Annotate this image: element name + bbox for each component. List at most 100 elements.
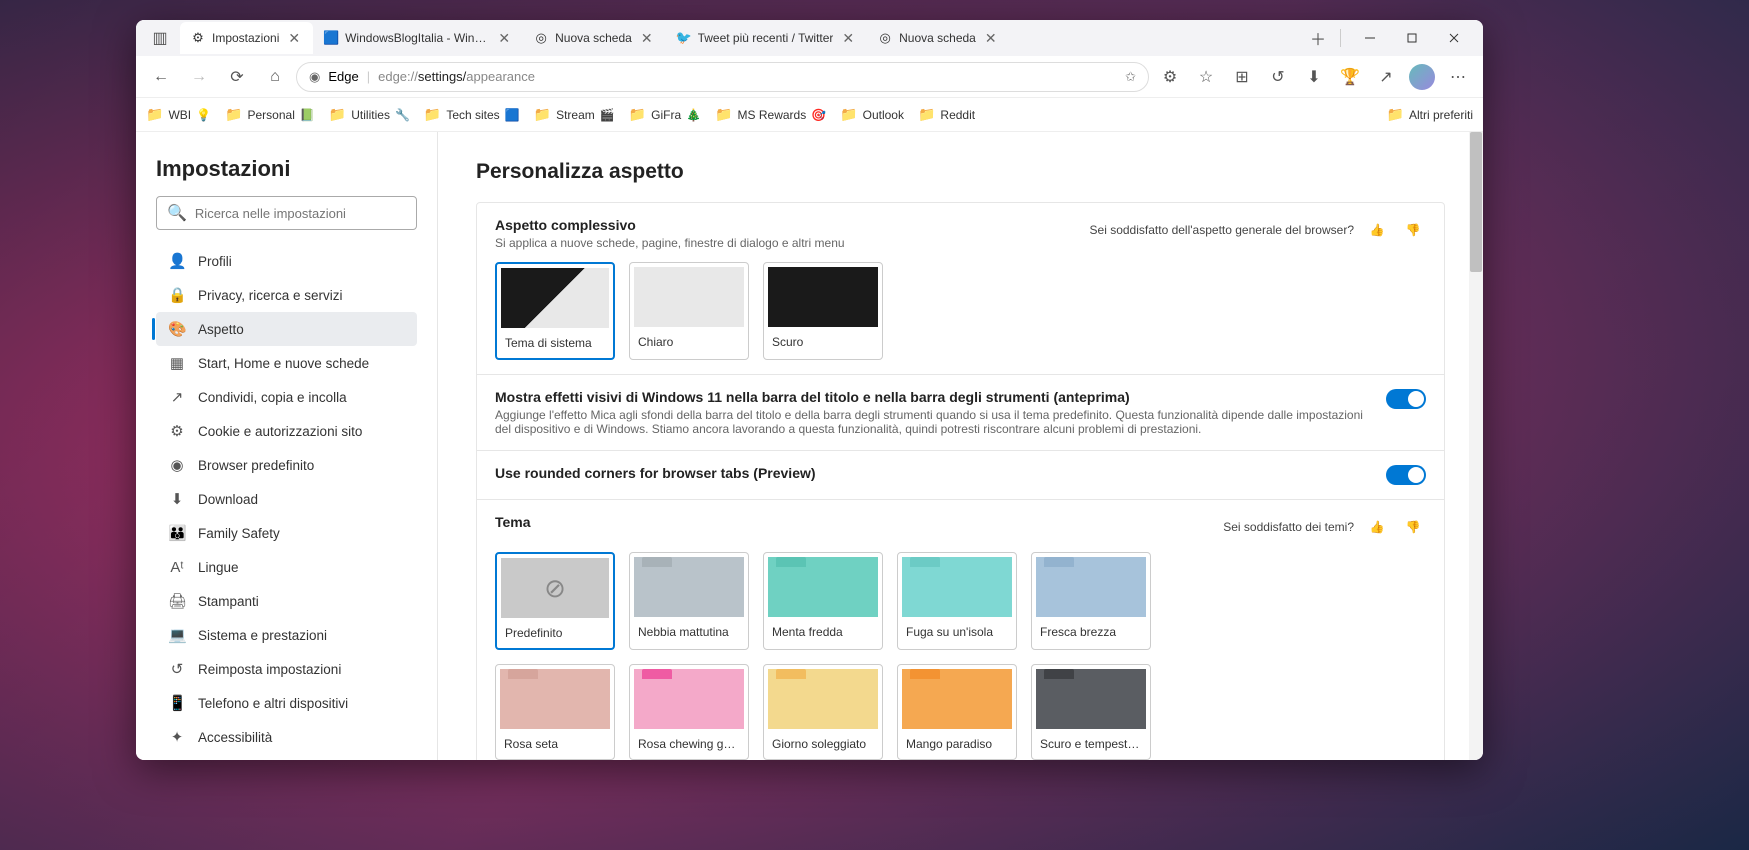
appearance-option-light[interactable]: Chiaro bbox=[629, 262, 749, 360]
bookmark-wbi[interactable]: 📁WBI💡 bbox=[146, 106, 211, 123]
nav-item-0[interactable]: 👤Profili bbox=[156, 244, 417, 278]
favorites-icon[interactable]: ☆ bbox=[1189, 60, 1223, 94]
tab-close-icon[interactable]: ✕ bbox=[285, 30, 303, 47]
nav-item-12[interactable]: ↺Reimposta impostazioni bbox=[156, 652, 417, 686]
color-swatch: .color-opt:nth-child(6) .sw::before{back… bbox=[500, 669, 610, 729]
bookmark-outlook[interactable]: 📁Outlook bbox=[840, 106, 904, 123]
thumbs-down-icon[interactable]: 👎 bbox=[1400, 514, 1426, 540]
tab-label: WindowsBlogItalia - Windows, S bbox=[345, 31, 489, 45]
tab-close-icon[interactable]: ✕ bbox=[839, 30, 857, 47]
tab-3[interactable]: 🐦Tweet più recenti / Twitter✕ bbox=[666, 22, 868, 54]
share-icon[interactable]: ↗ bbox=[1369, 60, 1403, 94]
menu-icon[interactable]: ⋯ bbox=[1441, 60, 1475, 94]
nav-item-9[interactable]: AᵗLingue bbox=[156, 550, 417, 584]
rewards-icon[interactable]: 🏆 bbox=[1333, 60, 1367, 94]
downloads-icon[interactable]: ⬇ bbox=[1297, 60, 1331, 94]
theme-option-3[interactable]: .color-opt:nth-child(4) .sw::before{back… bbox=[897, 552, 1017, 650]
rounded-section: Use rounded corners for browser tabs (Pr… bbox=[477, 451, 1444, 500]
profile-avatar[interactable] bbox=[1405, 60, 1439, 94]
nav-item-3[interactable]: ▦Start, Home e nuove schede bbox=[156, 346, 417, 380]
theme-option-2[interactable]: .color-opt:nth-child(3) .sw::before{back… bbox=[763, 552, 883, 650]
tab-close-icon[interactable]: ✕ bbox=[638, 30, 656, 47]
bookmark-reddit[interactable]: 📁Reddit bbox=[918, 106, 975, 123]
nav-item-4[interactable]: ↗Condividi, copia e incolla bbox=[156, 380, 417, 414]
theme-option-4[interactable]: .color-opt:nth-child(5) .sw::before{back… bbox=[1031, 552, 1151, 650]
tab-4[interactable]: ◎Nuova scheda✕ bbox=[867, 22, 1009, 54]
nav-item-7[interactable]: ⬇Download bbox=[156, 482, 417, 516]
tab-close-icon[interactable]: ✕ bbox=[982, 30, 1000, 47]
theme-option-7[interactable]: .color-opt:nth-child(8) .sw::before{back… bbox=[763, 664, 883, 760]
maximize-button[interactable] bbox=[1391, 22, 1433, 54]
nav-icon: 🔒 bbox=[168, 286, 186, 304]
page-title: Personalizza aspetto bbox=[476, 160, 1445, 184]
refresh-button[interactable]: ⟳ bbox=[220, 60, 254, 94]
theme-option-1[interactable]: .color-opt:nth-child(2) .sw::before{back… bbox=[629, 552, 749, 650]
rounded-toggle[interactable] bbox=[1386, 465, 1426, 485]
thumbs-up-icon[interactable]: 👍 bbox=[1364, 514, 1390, 540]
nav-item-13[interactable]: 📱Telefono e altri dispositivi bbox=[156, 686, 417, 720]
tab-close-icon[interactable]: ✕ bbox=[495, 30, 513, 47]
nav-item-11[interactable]: 💻Sistema e prestazioni bbox=[156, 618, 417, 652]
close-button[interactable] bbox=[1433, 22, 1475, 54]
theme-option-6[interactable]: .color-opt:nth-child(7) .sw::before{back… bbox=[629, 664, 749, 760]
search-input[interactable] bbox=[195, 206, 406, 221]
tab-manager-icon[interactable]: ▥ bbox=[144, 28, 176, 48]
tab-2[interactable]: ◎Nuova scheda✕ bbox=[523, 22, 665, 54]
color-swatch: .color-opt:nth-child(4) .sw::before{back… bbox=[902, 557, 1012, 617]
overall-appearance-section: Aspetto complessivo Si applica a nuove s… bbox=[477, 203, 1444, 375]
minimize-button[interactable] bbox=[1349, 22, 1391, 54]
forward-button[interactable]: → bbox=[182, 60, 216, 94]
preview bbox=[634, 267, 744, 327]
theme-feedback-q: Sei soddisfatto dei temi? bbox=[1223, 520, 1354, 534]
nav-item-5[interactable]: ⚙Cookie e autorizzazioni sito bbox=[156, 414, 417, 448]
bookmark-stream[interactable]: 📁Stream🎬 bbox=[534, 106, 615, 123]
theme-section: Tema Sei soddisfatto dei temi? 👍 👎 ⊘Pred… bbox=[477, 500, 1444, 760]
nav-item-2[interactable]: 🎨Aspetto bbox=[156, 312, 417, 346]
tab-1[interactable]: 🟦WindowsBlogItalia - Windows, S✕ bbox=[313, 22, 523, 54]
bookmark-label: GiFra bbox=[651, 108, 681, 122]
theme-option-0[interactable]: ⊘Predefinito bbox=[495, 552, 615, 650]
history-icon[interactable]: ↺ bbox=[1261, 60, 1295, 94]
tab-0[interactable]: ⚙Impostazioni✕ bbox=[180, 22, 313, 54]
window-controls bbox=[1349, 22, 1475, 54]
home-button[interactable]: ⌂ bbox=[258, 60, 292, 94]
bookmark-ms rewards[interactable]: 📁MS Rewards🎯 bbox=[715, 106, 826, 123]
nav-item-15[interactable]: ⓔInformazioni su Microsoft Edge bbox=[156, 754, 417, 760]
folder-icon: 📁 bbox=[225, 106, 242, 123]
back-button[interactable]: ← bbox=[144, 60, 178, 94]
appearance-option-dark[interactable]: Scuro bbox=[763, 262, 883, 360]
nav-item-14[interactable]: ✦Accessibilità bbox=[156, 720, 417, 754]
nav-label: Download bbox=[198, 492, 258, 507]
favorite-icon[interactable]: ✩ bbox=[1125, 69, 1136, 85]
nav-item-8[interactable]: 👪Family Safety bbox=[156, 516, 417, 550]
new-tab-button[interactable]: ＋ bbox=[1304, 24, 1332, 52]
collections-icon[interactable]: ⊞ bbox=[1225, 60, 1259, 94]
bookmark-utilities[interactable]: 📁Utilities🔧 bbox=[329, 106, 410, 123]
nav-item-10[interactable]: 🖨Stampanti bbox=[156, 584, 417, 618]
nav-item-6[interactable]: ◉Browser predefinito bbox=[156, 448, 417, 482]
nav-icon: 👪 bbox=[168, 524, 186, 542]
nav-label: Start, Home e nuove schede bbox=[198, 356, 369, 371]
appearance-option-system[interactable]: Tema di sistema bbox=[495, 262, 615, 360]
feedback-question: Sei soddisfatto dell'aspetto generale de… bbox=[1090, 223, 1354, 237]
other-bookmarks[interactable]: 📁Altri preferiti bbox=[1387, 106, 1473, 123]
tab-label: Impostazioni bbox=[212, 31, 279, 45]
address-bar[interactable]: ◉ Edge | edge://settings/appearance ✩ bbox=[296, 62, 1149, 92]
nav-item-1[interactable]: 🔒Privacy, ricerca e servizi bbox=[156, 278, 417, 312]
bookmark-gifra[interactable]: 📁GiFra🎄 bbox=[629, 106, 701, 123]
mica-toggle[interactable] bbox=[1386, 389, 1426, 409]
scrollbar[interactable] bbox=[1469, 132, 1483, 760]
settings-search[interactable]: 🔍 bbox=[156, 196, 417, 230]
theme-option-8[interactable]: .color-opt:nth-child(9) .sw::before{back… bbox=[897, 664, 1017, 760]
bookmark-personal[interactable]: 📁Personal📗 bbox=[225, 106, 315, 123]
color-swatch: ⊘ bbox=[501, 558, 609, 618]
thumbs-up-icon[interactable]: 👍 bbox=[1364, 217, 1390, 243]
thumbs-down-icon[interactable]: 👎 bbox=[1400, 217, 1426, 243]
tab-label: Nuova scheda bbox=[899, 31, 976, 45]
theme-option-5[interactable]: .color-opt:nth-child(6) .sw::before{back… bbox=[495, 664, 615, 760]
tab-favicon: ◎ bbox=[533, 30, 549, 46]
color-swatch: .color-opt:nth-child(8) .sw::before{back… bbox=[768, 669, 878, 729]
theme-option-9[interactable]: .color-opt:nth-child(10) .sw::before{bac… bbox=[1031, 664, 1151, 760]
bookmark-tech sites[interactable]: 📁Tech sites🟦 bbox=[424, 106, 520, 123]
extensions-icon[interactable]: ⚙ bbox=[1153, 60, 1187, 94]
